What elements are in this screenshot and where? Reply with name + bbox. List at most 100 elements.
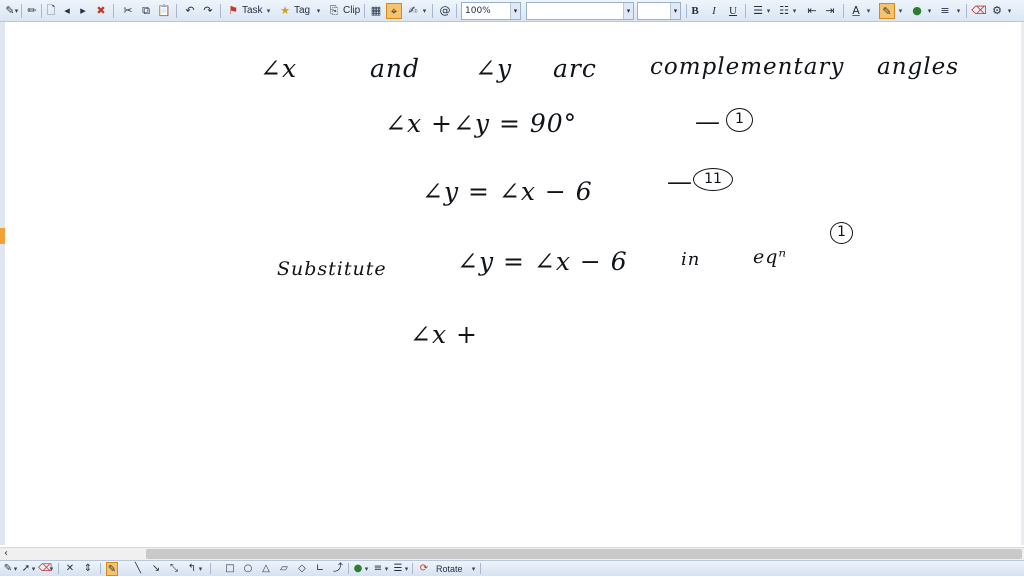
toolbar-separator [745,4,746,18]
horizontal-scrollbar[interactable]: ‹ [0,547,1024,560]
font-color-dropdown[interactable]: ▾ [865,3,872,19]
chevron-down-icon[interactable]: ▾ [623,3,633,19]
highlighter-icon[interactable]: ✍ [405,3,421,19]
paste-icon[interactable]: 📋 [156,3,172,19]
color-picker-dropdown[interactable]: ▾ [926,3,933,19]
pen-dropdown[interactable]: ▾ [13,3,20,19]
complementary-text: complementary [650,54,845,80]
font-name-select[interactable]: ▾ [526,2,634,20]
copy-icon[interactable]: ⧉ [138,3,154,19]
triangle-icon[interactable]: △ [260,562,272,576]
font-size-select[interactable]: ▾ [637,2,681,20]
increase-indent-icon[interactable]: ⇥ [822,3,838,19]
color-dropdown[interactable]: ▾ [363,562,370,576]
eraser-tool-dropdown[interactable]: ▾ [48,562,55,576]
toolbar-separator [412,563,413,574]
equation-one: ∠x +∠y = 90° [385,109,578,138]
toolbar-separator [966,4,967,18]
toolbar-separator [456,4,457,18]
chevron-down-icon[interactable]: ▾ [670,3,680,19]
highlighter-dropdown[interactable]: ▾ [421,3,428,19]
eraser-icon[interactable]: ⌫ [971,3,987,19]
line-style-icon[interactable]: ≡ [937,3,953,19]
angles-text: angles [877,54,960,80]
font-color-icon[interactable]: A [848,3,864,19]
line-style-dropdown[interactable]: ▾ [403,562,410,576]
new-page-icon[interactable]: 🗋 [43,3,59,19]
undo-icon[interactable]: ↶ [182,3,198,19]
highlight-color-icon[interactable]: ✎ [879,3,895,19]
italic-button[interactable]: I [707,3,721,19]
color-picker-icon[interactable]: ● [909,3,925,19]
parallelogram-icon[interactable]: ▱ [278,562,290,576]
pointer-dropdown[interactable]: ▾ [30,562,37,576]
toolbar-separator [220,4,221,18]
clip-button[interactable]: Clip [343,3,360,19]
line-icon[interactable]: ╲ [132,562,144,576]
arrow-icon[interactable]: ⤴ [332,562,344,576]
decrease-indent-icon[interactable]: ⇤ [804,3,820,19]
task-button[interactable]: Task [242,3,263,19]
task-dropdown[interactable]: ▾ [265,3,272,19]
diamond-icon[interactable]: ◇ [296,562,308,576]
substitute-expression: ∠y = ∠x − 6 [457,247,628,276]
rotate-icon[interactable]: ⟳ [418,562,430,576]
delete-page-icon[interactable]: ✖ [93,3,109,19]
insert-space-icon[interactable]: ⇕ [82,562,94,576]
pen-tool-dropdown[interactable]: ▾ [12,562,19,576]
writing-canvas[interactable]: ∠x and ∠y arc complementary angles ∠x +∠… [5,22,1021,545]
zoom-select[interactable]: 100% ▾ [461,2,521,20]
angle-x-text: ∠x [260,54,298,83]
options-dropdown[interactable]: ▾ [1006,3,1013,19]
bullets-dropdown[interactable]: ▾ [765,3,772,19]
tag-button[interactable]: Tag [294,3,310,19]
bullets-icon[interactable]: ☰ [750,3,766,19]
clip-icon[interactable]: ⎘ [326,3,342,19]
rectangle-icon[interactable]: □ [224,562,236,576]
working-expression: ∠x + [410,320,478,349]
line-style-dropdown[interactable]: ▾ [955,3,962,19]
chevron-down-icon[interactable]: ▾ [510,3,520,19]
rotate-dropdown[interactable]: ▾ [470,562,477,576]
equation-ref-label: 1 [830,222,853,244]
ellipse-icon[interactable]: ○ [242,562,254,576]
underline-button[interactable]: U [726,3,740,19]
arrow-line-icon[interactable]: ↘ [150,562,162,576]
toolbar-separator [686,4,687,18]
at-icon[interactable]: @ [437,3,453,19]
axes-icon[interactable]: ∟ [314,562,326,576]
highlight-color-dropdown[interactable]: ▾ [897,3,904,19]
rotate-button[interactable]: Rotate [436,562,463,576]
pen-icon[interactable]: ✏ [24,3,40,19]
equation-two-number: 11 [704,171,722,187]
task-flag-icon[interactable]: ⚑ [225,3,241,19]
tag-star-icon[interactable]: ★ [277,3,293,19]
tag-dropdown[interactable]: ▾ [315,3,322,19]
toolbar-separator [480,563,481,574]
cut-icon[interactable]: ✂ [120,3,136,19]
next-page-icon[interactable]: ▸ [75,3,91,19]
redo-icon[interactable]: ↷ [200,3,216,19]
angle-y-text: ∠y [475,54,513,83]
zoom-value: 100% [465,6,491,16]
options-icon[interactable]: ⚙ [989,3,1005,19]
equation-two-label: 11 [693,168,733,191]
lasso-icon[interactable]: ⌖ [386,3,402,19]
scrollbar-thumb[interactable] [146,549,1022,559]
close-icon[interactable]: ✕ [64,562,76,576]
bold-button[interactable]: B [688,3,702,19]
toolbar-separator [21,4,22,18]
toolbar-separator [100,563,101,574]
numbering-dropdown[interactable]: ▾ [791,3,798,19]
are-text: arc [553,54,597,83]
toolbar-separator [843,4,844,18]
numbering-icon[interactable]: ☷ [776,3,792,19]
thickness-dropdown[interactable]: ▾ [383,562,390,576]
double-arrow-icon[interactable]: ⤡ [168,562,180,576]
scroll-left-icon[interactable]: ‹ [4,548,8,560]
previous-page-icon[interactable]: ◂ [59,3,75,19]
highlighter-tool-icon[interactable]: ✎ [106,562,118,576]
substitute-text: Substitute [277,258,387,280]
table-icon[interactable]: ▦ [368,3,384,19]
axis-dropdown[interactable]: ▾ [197,562,204,576]
